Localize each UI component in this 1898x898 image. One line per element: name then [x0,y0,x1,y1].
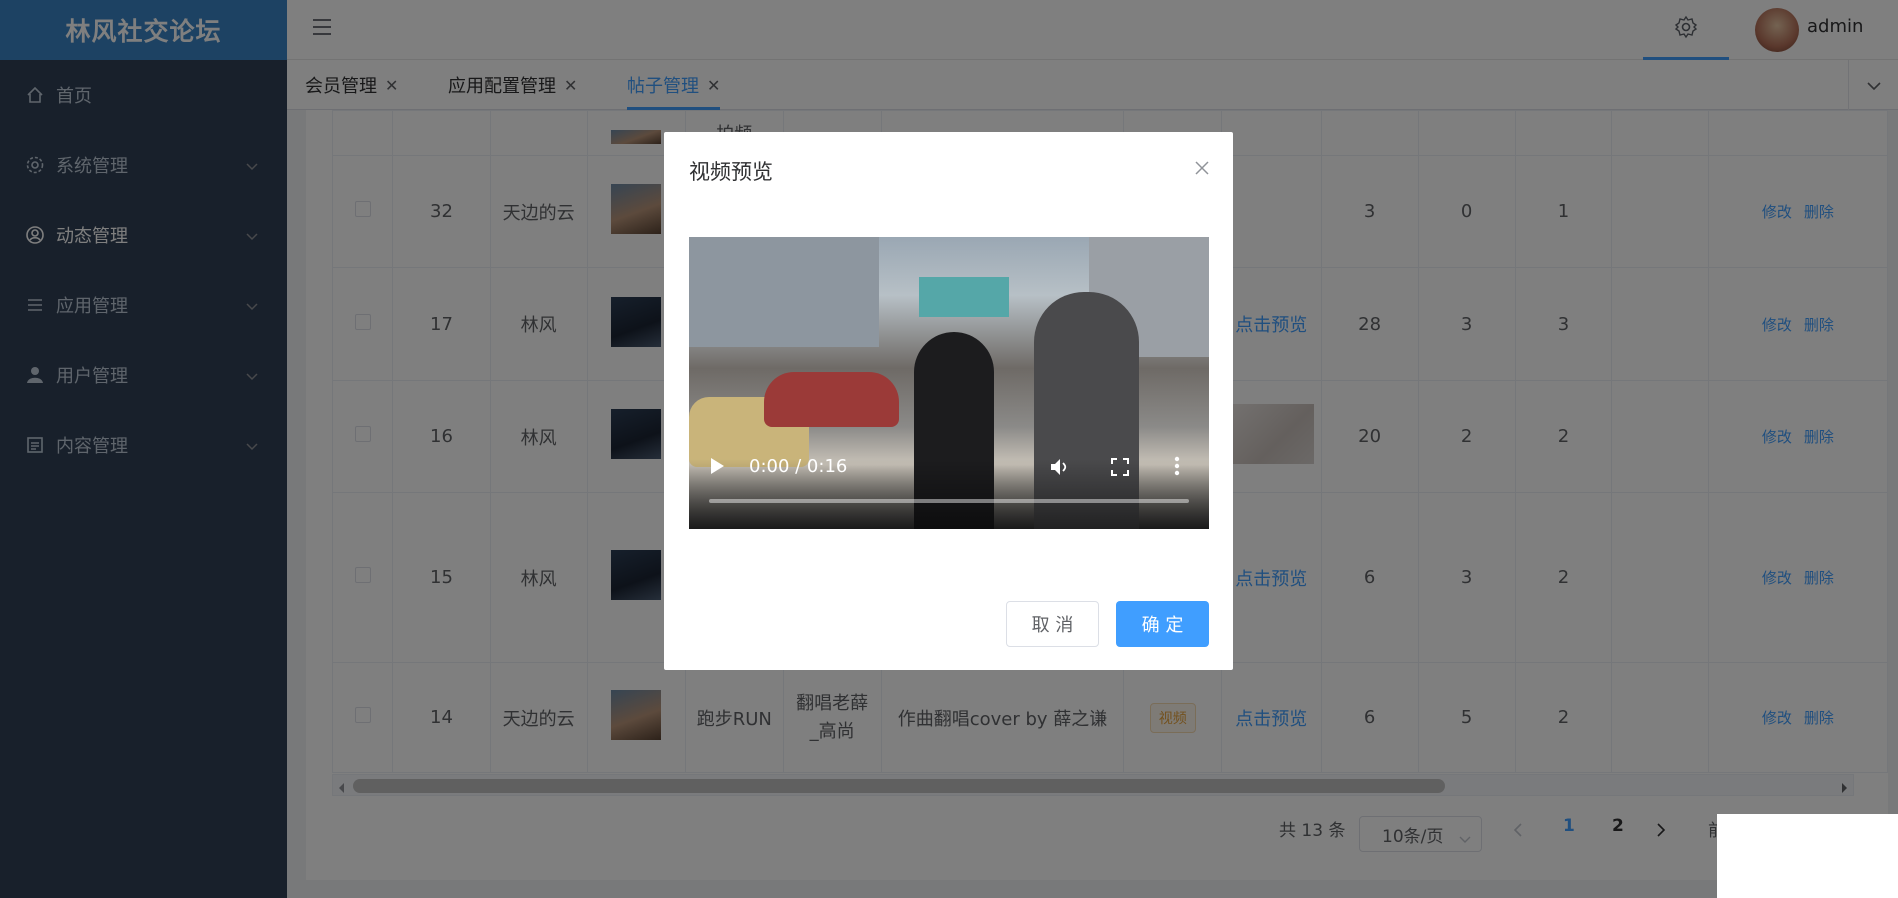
blank-panel [1717,814,1898,898]
video-preview-dialog: 视频预览 0:00 / 0:16 取 消 确 定 [664,132,1233,670]
confirm-button[interactable]: 确 定 [1116,601,1209,647]
video-player[interactable]: 0:00 / 0:16 [689,237,1209,529]
close-icon[interactable] [1195,160,1209,179]
dialog-title: 视频预览 [689,160,773,184]
more-options-icon[interactable] [1174,456,1180,480]
cancel-button[interactable]: 取 消 [1006,601,1099,647]
video-time: 0:00 / 0:16 [749,456,848,477]
volume-icon[interactable] [1049,457,1071,481]
video-progress-bar[interactable] [709,499,1189,503]
fullscreen-icon[interactable] [1111,458,1129,480]
play-icon[interactable] [709,457,725,479]
